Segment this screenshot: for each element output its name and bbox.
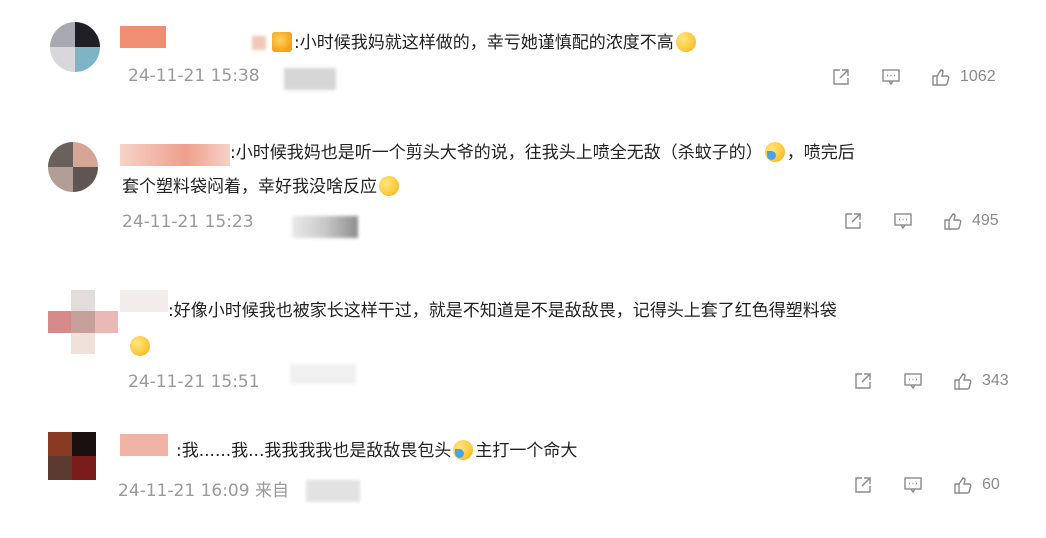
share-icon[interactable] <box>852 474 874 496</box>
share-icon[interactable] <box>852 370 874 392</box>
avatar[interactable] <box>50 22 100 72</box>
like-count: 1062 <box>960 68 996 85</box>
like-count: 60 <box>982 476 1000 493</box>
avatar[interactable] <box>48 290 118 354</box>
username[interactable] <box>120 290 168 312</box>
comment-actions: 60 <box>852 474 1000 496</box>
thumbs-up-icon[interactable] <box>930 66 952 88</box>
location-blur <box>292 216 358 238</box>
username[interactable] <box>120 434 168 456</box>
crown-badge-icon <box>272 32 292 52</box>
thumbs-up-icon[interactable] <box>942 210 964 232</box>
comment-text: :我......我...我我我我也是敌敌畏包头 主打一个命大 <box>176 440 578 461</box>
comment-item: :好像小时候我也被家长这样干过，就是不知道是不是敌敌畏，记得头上套了红色得塑料袋… <box>0 282 1046 402</box>
comment-icon[interactable] <box>892 210 914 232</box>
comment-icon[interactable] <box>880 66 902 88</box>
comment-icon[interactable] <box>902 370 924 392</box>
comment-item: :小时候我妈就这样做的，幸亏她谨慎配的浓度不高 24-11-21 15:38 1… <box>0 0 1046 110</box>
crying-emoji-icon <box>764 142 785 162</box>
comment-timestamp: 24-11-21 15:51 <box>128 372 260 392</box>
location-blur <box>284 68 336 90</box>
username[interactable] <box>120 26 166 48</box>
comment-timestamp: 24-11-21 15:38 <box>128 66 260 86</box>
comment-text-line2 <box>128 330 152 364</box>
comment-item: :我......我...我我我我也是敌敌畏包头 主打一个命大 24-11-21 1… <box>0 420 1046 530</box>
comment-text: :小时候我妈就这样做的，幸亏她谨慎配的浓度不高 <box>270 26 698 60</box>
share-icon[interactable] <box>842 210 864 232</box>
username-blur <box>252 36 266 50</box>
thumbs-up-icon[interactable] <box>952 370 974 392</box>
like-count: 495 <box>972 212 999 229</box>
avatar[interactable] <box>48 142 98 192</box>
location-blur <box>290 364 356 384</box>
crying-emoji-icon <box>453 440 474 460</box>
comment-actions: 343 <box>852 370 1009 392</box>
comment-icon[interactable] <box>902 474 924 496</box>
comment-item: :小时候我妈也是听一个剪头大爷的说，往我头上喷全无敌（杀蚊子的） ，喷完后 套个塑… <box>0 130 1046 260</box>
comment-timestamp: 24-11-21 15:23 <box>122 212 254 232</box>
laughing-emoji-icon <box>675 32 696 52</box>
location-blur <box>306 480 360 502</box>
comment-text-line2: 套个塑料袋闷着，幸好我没啥反应 <box>122 170 401 204</box>
comment-text: :小时候我妈也是听一个剪头大爷的说，往我头上喷全无敌（杀蚊子的） ，喷完后 <box>230 142 855 163</box>
laughing-emoji-icon <box>130 336 150 356</box>
username[interactable] <box>120 144 230 166</box>
share-icon[interactable] <box>830 66 852 88</box>
thumbs-up-icon[interactable] <box>952 474 974 496</box>
comment-text: :好像小时候我也被家长这样干过，就是不知道是不是敌敌畏，记得头上套了红色得塑料袋 <box>168 301 837 321</box>
avatar[interactable] <box>48 432 96 480</box>
comment-timestamp: 24-11-21 16:09 来自 <box>118 481 289 501</box>
comment-actions: 495 <box>842 210 999 232</box>
smile-emoji-icon <box>379 176 399 196</box>
comment-actions: 1062 <box>830 66 996 88</box>
like-count: 343 <box>982 372 1009 389</box>
